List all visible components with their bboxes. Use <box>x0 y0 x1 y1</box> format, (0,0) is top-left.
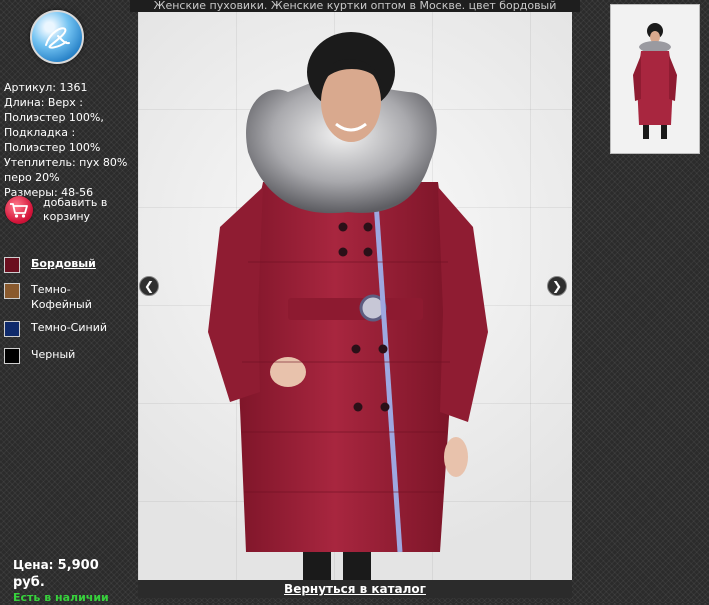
spec-material: Длина: Верх : Полиэстер 100%, Подкладка … <box>4 96 108 154</box>
thumbnail-coat-illustration <box>611 5 699 153</box>
product-sidebar: Артикул: 1361 Длина: Верх : Полиэстер 10… <box>0 0 133 605</box>
color-label: Темно-Синий <box>31 321 107 334</box>
thumbnail-image[interactable] <box>610 4 700 154</box>
add-to-cart-button[interactable]: добавить в корзину <box>5 196 129 226</box>
color-label: Бордовый <box>31 257 96 270</box>
previous-image-button[interactable]: ❮ <box>139 276 159 296</box>
coat-model-illustration <box>208 32 488 580</box>
next-image-button[interactable]: ❯ <box>547 276 567 296</box>
color-swatch <box>4 321 20 337</box>
price: Цена: 5,900 руб. <box>13 557 133 591</box>
chevron-left-icon: ❮ <box>143 279 155 293</box>
color-option-dark-blue[interactable]: Темно-Синий <box>4 319 128 349</box>
price-label: Цена: <box>13 558 54 572</box>
spec-article: Артикул: 1361 <box>4 81 88 94</box>
product-specs: Артикул: 1361 Длина: Верх : Полиэстер 10… <box>4 80 128 200</box>
logo-signature-icon <box>45 27 70 49</box>
add-to-cart-label: добавить в корзину <box>43 196 108 223</box>
color-swatch <box>4 283 20 299</box>
color-option-dark-coffee[interactable]: Темно-Кофейный <box>4 281 128 311</box>
spec-filling: Утеплитель: пух 80% перо 20% <box>4 156 131 184</box>
color-label: Черный <box>31 348 76 361</box>
color-label: Темно-Кофейный <box>31 283 92 311</box>
back-to-catalog-link[interactable]: Вернуться в каталог <box>284 582 426 596</box>
cart-icon <box>5 196 33 224</box>
back-bar: Вернуться в каталог <box>138 580 572 598</box>
site-logo[interactable] <box>30 10 84 64</box>
color-option-black[interactable]: Черный <box>4 346 128 376</box>
price-block: Цена: 5,900 руб. Есть в наличии <box>13 557 133 605</box>
image-caption: Женские пуховики. Женские куртки оптом в… <box>130 0 580 12</box>
product-photo: ❮ ❯ <box>138 12 572 580</box>
chevron-right-icon: ❯ <box>551 279 563 293</box>
color-swatch <box>4 348 20 364</box>
color-swatch <box>4 257 20 273</box>
